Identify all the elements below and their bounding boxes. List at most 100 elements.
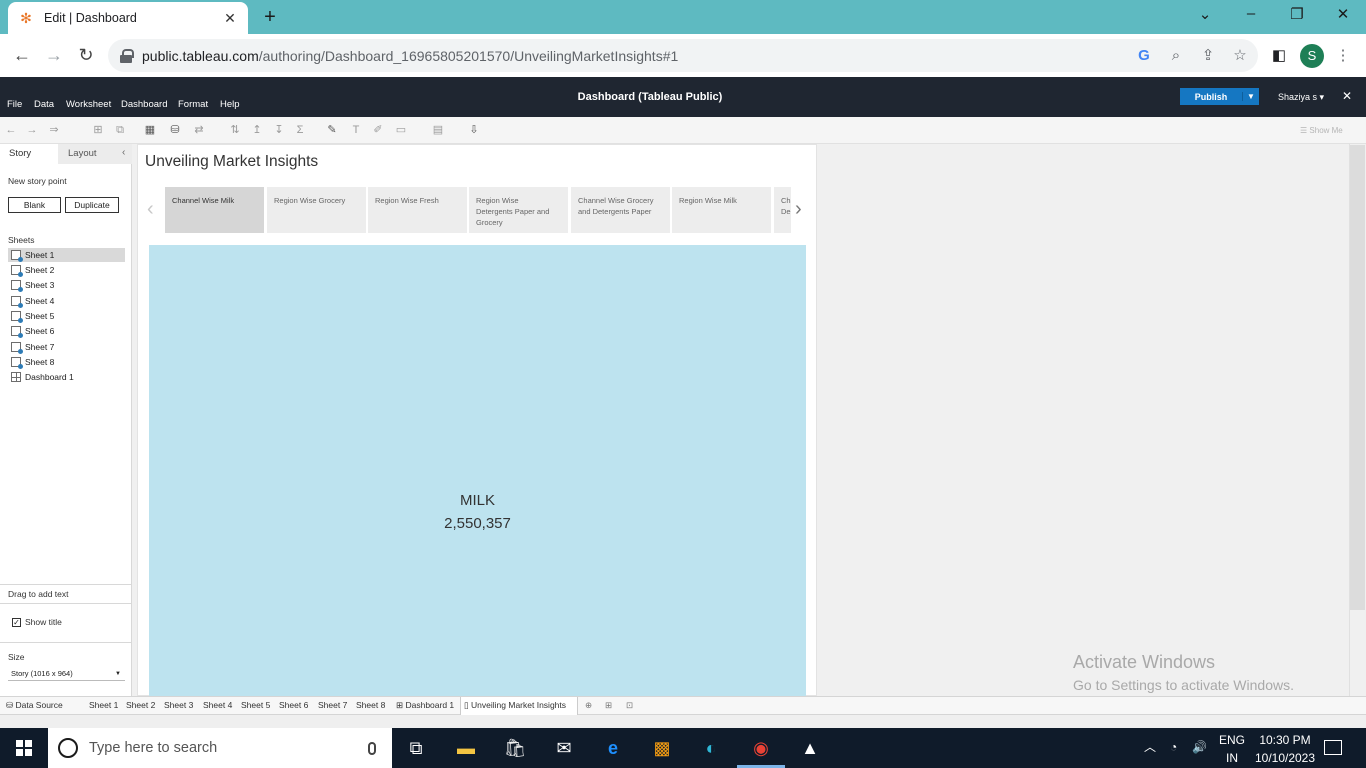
- edge-icon[interactable]: ◐: [698, 736, 724, 760]
- sheet-list-item[interactable]: Sheet 7: [8, 340, 125, 354]
- new-dashboard-tab-icon[interactable]: ⊞: [605, 700, 612, 711]
- system-clock[interactable]: 10:30 PM 10/10/2023: [1250, 731, 1320, 767]
- new-tab-icon[interactable]: +: [260, 6, 280, 28]
- scrollbar-thumb[interactable]: [1350, 145, 1365, 610]
- bookmark-star-icon[interactable]: ☆: [1231, 47, 1249, 65]
- previous-story-point-icon[interactable]: ‹: [147, 199, 154, 219]
- task-view-icon[interactable]: ⧉: [403, 736, 429, 760]
- sheet-tab[interactable]: Sheet 1: [89, 700, 118, 710]
- new-worksheet-tab-icon[interactable]: ⊕: [585, 700, 592, 711]
- sheet-tab[interactable]: Sheet 5: [241, 700, 270, 710]
- undo-icon[interactable]: ←: [3, 124, 19, 136]
- story-point[interactable]: Region Wise Milk: [672, 187, 771, 233]
- file-explorer-icon[interactable]: ▬: [453, 736, 479, 760]
- download-icon[interactable]: ⇩: [466, 124, 482, 136]
- sheet-list-item[interactable]: Sheet 5: [8, 309, 125, 323]
- totals-icon[interactable]: Σ: [292, 124, 308, 136]
- restore-icon[interactable]: ❐: [1287, 5, 1307, 23]
- presentation-icon[interactable]: ▤: [430, 124, 446, 136]
- sheet-list-item[interactable]: Sheet 1: [8, 248, 125, 262]
- sheet-tab[interactable]: Sheet 8: [356, 700, 385, 710]
- sheet-list-item[interactable]: Sheet 4: [8, 294, 125, 308]
- close-authoring-icon[interactable]: ✕: [1342, 89, 1352, 103]
- show-me-button[interactable]: ☰ Show Me: [1300, 126, 1343, 135]
- sheet-list-item[interactable]: Sheet 3: [8, 278, 125, 292]
- sheet-tab[interactable]: Sheet 4: [203, 700, 232, 710]
- sheet-tab[interactable]: Sheet 6: [279, 700, 308, 710]
- format-icon[interactable]: ✐: [370, 124, 386, 136]
- sort-desc-icon[interactable]: ↧: [271, 124, 287, 136]
- reload-icon[interactable]: ↻: [75, 45, 97, 65]
- window-close-icon[interactable]: ✕: [1333, 5, 1353, 23]
- forward-icon[interactable]: →: [43, 45, 65, 65]
- story-tab[interactable]: ▯ Unveiling Market Insights: [464, 700, 566, 711]
- size-dropdown[interactable]: Story (1016 x 964) ▼: [8, 667, 125, 681]
- story-point[interactable]: Region Wise Detergents Paper and Grocery: [469, 187, 568, 233]
- story-point[interactable]: Cha De: [774, 187, 791, 233]
- sheet-list-item[interactable]: Sheet 2: [8, 263, 125, 277]
- sheet-list-item[interactable]: Sheet 6: [8, 324, 125, 338]
- collapse-pane-icon[interactable]: ‹: [122, 147, 125, 158]
- treemap-tile[interactable]: MILK 2,550,357: [149, 245, 806, 697]
- sheet-list-item[interactable]: Sheet 8: [8, 355, 125, 369]
- show-title-checkbox[interactable]: ✓: [12, 618, 21, 627]
- replay-icon[interactable]: ⇒: [46, 124, 62, 136]
- more-menu-icon[interactable]: ⋮: [1334, 47, 1352, 65]
- taskbar-search[interactable]: Type here to search: [48, 728, 392, 768]
- highlight-icon[interactable]: ✎: [324, 124, 340, 136]
- new-story-tab-icon[interactable]: ⊡: [626, 700, 633, 711]
- notifications-icon[interactable]: [1324, 740, 1342, 755]
- address-bar[interactable]: public.tableau.com /authoring/Dashboard_…: [108, 39, 1258, 72]
- redo-icon[interactable]: →: [24, 124, 40, 136]
- new-worksheet-icon[interactable]: ▦: [142, 124, 158, 136]
- next-story-point-icon[interactable]: ›: [795, 199, 802, 219]
- side-panel-icon[interactable]: ◧: [1270, 47, 1288, 65]
- sheet-tab[interactable]: Sheet 2: [126, 700, 155, 710]
- swap-icon[interactable]: ⇄: [191, 124, 207, 136]
- sheet-tab[interactable]: Sheet 7: [318, 700, 347, 710]
- wifi-icon[interactable]: ◔: [1170, 738, 1177, 756]
- data-source-tab[interactable]: ⛁ Data Source: [6, 700, 63, 711]
- edge-legacy-icon[interactable]: e: [600, 736, 626, 760]
- duplicate-button[interactable]: Duplicate: [65, 197, 119, 213]
- story-point[interactable]: Region Wise Fresh: [368, 187, 467, 233]
- dashboard-list-item[interactable]: Dashboard 1: [8, 370, 125, 384]
- connect-data-icon[interactable]: ⛁: [167, 124, 183, 136]
- story-title[interactable]: Unveiling Market Insights: [145, 153, 318, 171]
- microphone-icon[interactable]: [368, 741, 376, 755]
- sheet-tab[interactable]: Sheet 3: [164, 700, 193, 710]
- sort-icon[interactable]: ⇅: [227, 124, 243, 136]
- story-point[interactable]: Channel Wise Grocery and Detergents Paper: [571, 187, 670, 233]
- new-sheet-icon[interactable]: ⊞: [90, 124, 106, 136]
- tab-layout[interactable]: Layout: [68, 148, 97, 159]
- windows-start-icon[interactable]: [16, 740, 32, 756]
- share-icon[interactable]: ⇪: [1199, 47, 1217, 65]
- back-icon[interactable]: ←: [11, 45, 33, 65]
- mail-icon[interactable]: ✉: [551, 736, 577, 760]
- profile-avatar[interactable]: S: [1300, 44, 1324, 68]
- blank-button[interactable]: Blank: [8, 197, 61, 213]
- zoom-icon[interactable]: ⌕: [1167, 47, 1185, 65]
- google-lens-icon[interactable]: G: [1135, 47, 1153, 65]
- labels-icon[interactable]: T: [348, 124, 364, 136]
- store-icon[interactable]: 🛍: [502, 736, 528, 760]
- fit-icon[interactable]: ▭: [393, 124, 409, 136]
- tab-story[interactable]: Story: [9, 148, 31, 159]
- minimize-icon[interactable]: –: [1241, 5, 1261, 22]
- browser-tab[interactable]: ✻ Edit | Dashboard ✕: [8, 2, 248, 34]
- user-menu[interactable]: Shaziya s ▾: [1278, 92, 1324, 103]
- show-hidden-icons-icon[interactable]: ︿: [1144, 738, 1156, 756]
- tab-search-chevron-icon[interactable]: ⌄: [1195, 5, 1215, 23]
- publish-button[interactable]: Publish ▼: [1180, 88, 1259, 105]
- photos-icon[interactable]: ▲: [797, 736, 823, 760]
- language-indicator[interactable]: ENG IN: [1218, 731, 1246, 767]
- sort-asc-icon[interactable]: ↥: [249, 124, 265, 136]
- duplicate-sheet-icon[interactable]: ⧉: [112, 124, 128, 136]
- chrome-icon[interactable]: ◉: [748, 736, 774, 760]
- publish-dropdown-icon[interactable]: ▼: [1242, 92, 1259, 101]
- volume-icon[interactable]: 🔊: [1192, 738, 1207, 756]
- story-point[interactable]: Channel Wise Milk: [165, 187, 264, 233]
- drag-to-add-text[interactable]: Drag to add text: [8, 589, 68, 599]
- dashboard-tab[interactable]: ⊞ Dashboard 1: [396, 700, 454, 711]
- app-icon[interactable]: ▩: [649, 736, 675, 760]
